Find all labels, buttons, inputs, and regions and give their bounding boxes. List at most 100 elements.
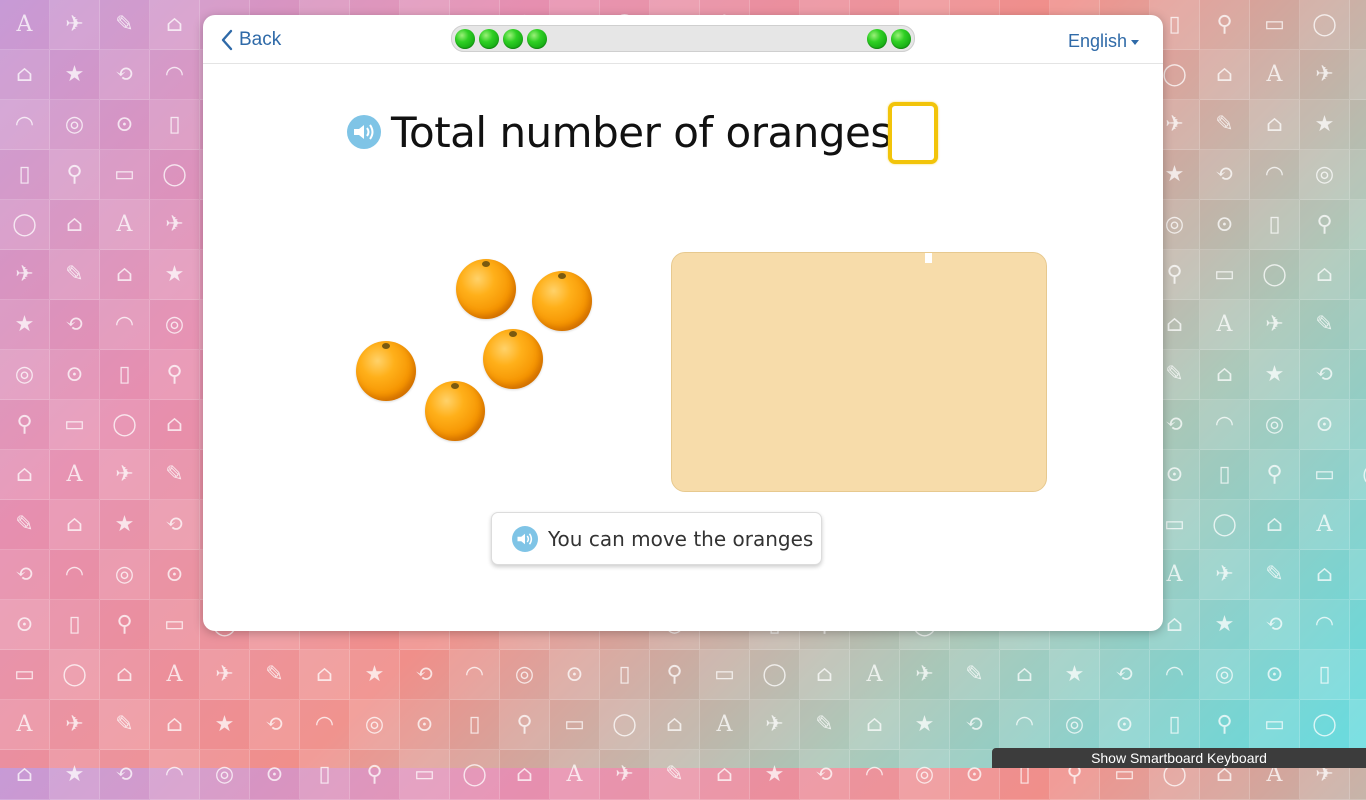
background-tile: ✈ — [50, 700, 100, 750]
exercise-card: Back English Total number of oranges? Yo… — [203, 15, 1163, 631]
hint-button[interactable]: You can move the oranges — [491, 512, 822, 565]
background-tile: ⌂ — [50, 500, 100, 550]
background-tile: ⌂ — [1300, 550, 1350, 600]
background-tile: ◎ — [350, 700, 400, 750]
background-tile: ⟲ — [50, 300, 100, 350]
background-tile: ◠ — [150, 50, 200, 100]
progress-dot — [891, 29, 911, 49]
background-tile: ▭ — [550, 700, 600, 750]
background-tile: A — [1300, 500, 1350, 550]
progress-dot — [479, 29, 499, 49]
background-tile: ⚲ — [1300, 200, 1350, 250]
background-tile: ✎ — [1250, 550, 1300, 600]
orange-item[interactable] — [532, 271, 592, 331]
background-tile: ▭ — [50, 400, 100, 450]
background-tile: ⌂ — [150, 400, 200, 450]
background-tile: ✈ — [150, 200, 200, 250]
background-tile: ▭ — [0, 650, 50, 700]
background-tile: A — [0, 700, 50, 750]
background-tile: ⚲ — [50, 150, 100, 200]
orange-item[interactable] — [425, 381, 485, 441]
background-tile: ◯ — [50, 650, 100, 700]
background-tile: ⌂ — [1350, 300, 1366, 350]
background-tile: ◯ — [1300, 0, 1350, 50]
background-tile: ▭ — [1350, 200, 1366, 250]
background-tile: ⌂ — [1350, 0, 1366, 50]
background-tile: ⊙ — [50, 350, 100, 400]
orange-item[interactable] — [456, 259, 516, 319]
progress-bar — [451, 25, 915, 52]
background-tile: ⊙ — [550, 650, 600, 700]
background-tile: ▭ — [150, 600, 200, 650]
answer-input[interactable] — [888, 102, 938, 164]
progress-dot — [455, 29, 475, 49]
background-tile: ⟲ — [100, 50, 150, 100]
drop-zone[interactable] — [671, 252, 1047, 492]
background-tile: ◯ — [1300, 700, 1350, 750]
speaker-icon[interactable] — [347, 115, 381, 149]
background-tile: ⚲ — [1200, 0, 1250, 50]
background-tile: ▭ — [1200, 250, 1250, 300]
background-tile: ⚲ — [1350, 650, 1366, 700]
background-tile: ◎ — [1350, 600, 1366, 650]
background-tile: ◎ — [500, 650, 550, 700]
background-tile: ▯ — [150, 100, 200, 150]
background-tile: A — [0, 0, 50, 50]
background-tile: ◯ — [100, 400, 150, 450]
smartboard-keyboard-button[interactable]: Show Smartboard Keyboard — [992, 748, 1366, 768]
background-tile: ▯ — [600, 650, 650, 700]
background-tile: ⊙ — [1250, 650, 1300, 700]
background-tile: ⌂ — [1250, 500, 1300, 550]
background-tile: ◯ — [1250, 250, 1300, 300]
orange-item[interactable] — [356, 341, 416, 401]
background-tile: ◯ — [0, 200, 50, 250]
background-tile: ⌂ — [700, 750, 750, 800]
background-tile: ⟲ — [1250, 600, 1300, 650]
background-tile: ⊙ — [0, 600, 50, 650]
background-tile: ✎ — [150, 450, 200, 500]
background-tile: ⊙ — [400, 700, 450, 750]
background-tile: ◠ — [1300, 600, 1350, 650]
background-tile: ▭ — [400, 750, 450, 800]
background-tile: ◠ — [450, 650, 500, 700]
language-selector[interactable]: English — [1068, 31, 1139, 52]
background-tile: ⚲ — [350, 750, 400, 800]
background-tile: ✎ — [50, 250, 100, 300]
question-row: Total number of oranges? — [347, 101, 914, 163]
background-tile: ⌂ — [0, 50, 50, 100]
background-tile: ⚲ — [500, 700, 550, 750]
background-tile: ✎ — [100, 0, 150, 50]
background-tile: ⊙ — [1350, 150, 1366, 200]
background-tile: ★ — [50, 50, 100, 100]
background-tile: ★ — [1200, 600, 1250, 650]
background-tile: ◠ — [1200, 400, 1250, 450]
background-tile: ⌂ — [1300, 250, 1350, 300]
background-tile: ✈ — [750, 700, 800, 750]
background-tile: ★ — [1250, 350, 1300, 400]
top-bar: Back English — [203, 15, 1163, 64]
background-tile: ◯ — [150, 150, 200, 200]
background-tile: ▯ — [1250, 200, 1300, 250]
background-tile: ✈ — [1250, 300, 1300, 350]
background-tile: ◠ — [1000, 700, 1050, 750]
background-tile: ▯ — [300, 750, 350, 800]
background-tile: A — [50, 450, 100, 500]
background-tile: ⟲ — [800, 750, 850, 800]
background-tile: ⟲ — [950, 700, 1000, 750]
orange-item[interactable] — [483, 329, 543, 389]
hint-label: You can move the oranges — [548, 526, 814, 551]
background-tile: ◠ — [0, 100, 50, 150]
background-tile: ▯ — [0, 150, 50, 200]
background-tile: ▭ — [1300, 450, 1350, 500]
background-tile: A — [1250, 50, 1300, 100]
background-tile: ⌂ — [150, 0, 200, 50]
background-tile: ⌂ — [0, 750, 50, 800]
background-tile: ⚲ — [150, 350, 200, 400]
back-button[interactable]: Back — [221, 27, 281, 53]
background-tile: ⟲ — [400, 650, 450, 700]
background-tile: ⌂ — [100, 650, 150, 700]
background-tile: ★ — [350, 650, 400, 700]
background-tile: ✈ — [200, 650, 250, 700]
background-tile: ★ — [750, 750, 800, 800]
background-tile: ▭ — [100, 150, 150, 200]
